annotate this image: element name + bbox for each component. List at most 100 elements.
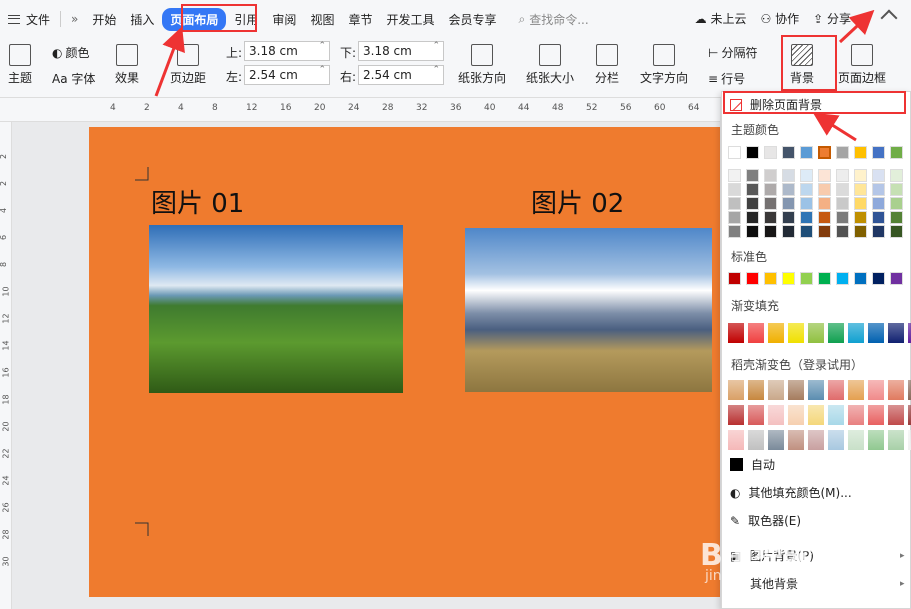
color-swatch[interactable] bbox=[890, 225, 903, 238]
color-swatch[interactable] bbox=[868, 405, 884, 425]
tab-review[interactable]: 审阅 bbox=[266, 8, 302, 31]
top-margin-input[interactable]: 3.18 cm bbox=[244, 41, 330, 61]
color-swatch[interactable] bbox=[836, 197, 849, 210]
color-swatch[interactable] bbox=[782, 272, 795, 285]
color-swatch[interactable] bbox=[818, 211, 831, 224]
color-swatch[interactable] bbox=[868, 323, 884, 343]
color-swatch[interactable] bbox=[828, 405, 844, 425]
color-swatch[interactable] bbox=[872, 146, 885, 159]
effect-button[interactable]: 效果 bbox=[115, 44, 139, 86]
color-swatch[interactable] bbox=[854, 272, 867, 285]
color-swatch[interactable] bbox=[768, 405, 784, 425]
color-swatch[interactable] bbox=[808, 430, 824, 450]
color-swatch[interactable] bbox=[890, 197, 903, 210]
color-swatch[interactable] bbox=[818, 272, 831, 285]
color-swatch[interactable] bbox=[828, 380, 844, 400]
color-picker-item[interactable]: ✎ 取色器(E) bbox=[730, 512, 801, 529]
orientation-button[interactable]: 纸张方向 bbox=[458, 44, 506, 86]
color-swatch[interactable] bbox=[764, 197, 777, 210]
color-swatch[interactable] bbox=[828, 430, 844, 450]
color-swatch[interactable] bbox=[728, 197, 741, 210]
color-swatch[interactable] bbox=[888, 380, 904, 400]
color-swatch[interactable] bbox=[890, 169, 903, 182]
document-page[interactable]: 图片 01 图片 02 bbox=[89, 127, 720, 597]
color-swatch[interactable] bbox=[728, 380, 744, 400]
color-swatch[interactable] bbox=[764, 169, 777, 182]
tab-start[interactable]: 开始 bbox=[86, 8, 122, 31]
color-swatch[interactable] bbox=[728, 405, 744, 425]
color-swatch[interactable] bbox=[800, 146, 813, 159]
color-swatch[interactable] bbox=[868, 430, 884, 450]
color-swatch[interactable] bbox=[764, 272, 777, 285]
color-swatch[interactable] bbox=[728, 323, 744, 343]
double-chevron-icon[interactable]: » bbox=[71, 12, 78, 26]
color-swatch[interactable] bbox=[782, 183, 795, 196]
more-fill-colors-item[interactable]: ◐ 其他填充颜色(M)... bbox=[730, 484, 852, 501]
color-swatch[interactable] bbox=[828, 323, 844, 343]
color-swatch[interactable] bbox=[728, 211, 741, 224]
text-direction-button[interactable]: 文字方向 bbox=[640, 44, 688, 86]
cloud-button[interactable]: ☁ 未上云 bbox=[695, 10, 747, 27]
mountain-photo-2[interactable] bbox=[465, 228, 712, 392]
color-swatch[interactable] bbox=[748, 323, 764, 343]
color-swatch[interactable] bbox=[764, 146, 777, 159]
color-swatch[interactable] bbox=[836, 225, 849, 238]
color-swatch[interactable] bbox=[836, 211, 849, 224]
tab-developer[interactable]: 开发工具 bbox=[380, 8, 440, 31]
landscape-photo-1[interactable] bbox=[149, 225, 403, 393]
color-swatch[interactable] bbox=[782, 197, 795, 210]
color-button[interactable]: ◐ 颜色 bbox=[52, 44, 90, 61]
color-swatch[interactable] bbox=[888, 430, 904, 450]
color-swatch[interactable] bbox=[746, 225, 759, 238]
tab-view[interactable]: 视图 bbox=[304, 8, 340, 31]
color-swatch[interactable] bbox=[746, 146, 759, 159]
color-swatch[interactable] bbox=[788, 380, 804, 400]
tab-member[interactable]: 会员专享 bbox=[442, 8, 502, 31]
bottom-margin-input[interactable]: 3.18 cm bbox=[358, 41, 444, 61]
color-swatch[interactable] bbox=[782, 211, 795, 224]
color-swatch[interactable] bbox=[890, 272, 903, 285]
color-swatch[interactable] bbox=[818, 183, 831, 196]
color-swatch[interactable] bbox=[800, 169, 813, 182]
left-margin-input[interactable]: 2.54 cm bbox=[244, 65, 330, 85]
color-swatch[interactable] bbox=[800, 211, 813, 224]
color-swatch[interactable] bbox=[888, 323, 904, 343]
color-swatch[interactable] bbox=[848, 323, 864, 343]
color-swatch[interactable] bbox=[788, 430, 804, 450]
color-swatch[interactable] bbox=[836, 169, 849, 182]
color-swatch[interactable] bbox=[854, 211, 867, 224]
color-swatch[interactable] bbox=[854, 197, 867, 210]
color-swatch[interactable] bbox=[890, 183, 903, 196]
color-swatch[interactable] bbox=[848, 430, 864, 450]
color-swatch[interactable] bbox=[748, 380, 764, 400]
color-swatch[interactable] bbox=[854, 146, 867, 159]
color-swatch[interactable] bbox=[746, 183, 759, 196]
file-menu[interactable]: 文件 bbox=[8, 11, 50, 28]
color-swatch[interactable] bbox=[782, 225, 795, 238]
share-button[interactable]: ⇪ 分享 bbox=[813, 10, 851, 27]
auto-color-item[interactable]: 自动 bbox=[730, 456, 775, 473]
color-swatch[interactable] bbox=[728, 430, 744, 450]
color-swatch[interactable] bbox=[728, 146, 741, 159]
line-number-button[interactable]: ≡ 行号 bbox=[708, 70, 745, 87]
color-swatch[interactable] bbox=[764, 225, 777, 238]
color-swatch[interactable] bbox=[890, 211, 903, 224]
color-swatch[interactable] bbox=[818, 169, 831, 182]
color-swatch[interactable] bbox=[768, 430, 784, 450]
color-swatch[interactable] bbox=[788, 405, 804, 425]
horizontal-ruler[interactable]: 4 2 4 8 12 16 20 24 28 32 36 40 44 48 52 56 60 64 bbox=[0, 98, 720, 122]
color-swatch[interactable] bbox=[836, 146, 849, 159]
color-swatch[interactable] bbox=[854, 225, 867, 238]
theme-button[interactable]: 主题 bbox=[8, 44, 32, 86]
color-swatch[interactable] bbox=[764, 183, 777, 196]
color-swatch[interactable] bbox=[782, 169, 795, 182]
color-swatch[interactable] bbox=[728, 272, 741, 285]
color-swatch[interactable] bbox=[728, 183, 741, 196]
color-swatch[interactable] bbox=[800, 272, 813, 285]
color-swatch[interactable] bbox=[836, 272, 849, 285]
vertical-ruler[interactable]: 224681012141618202224262830 bbox=[0, 122, 12, 609]
color-swatch[interactable] bbox=[818, 146, 831, 159]
color-swatch[interactable] bbox=[768, 323, 784, 343]
color-swatch[interactable] bbox=[854, 169, 867, 182]
color-swatch[interactable] bbox=[746, 211, 759, 224]
